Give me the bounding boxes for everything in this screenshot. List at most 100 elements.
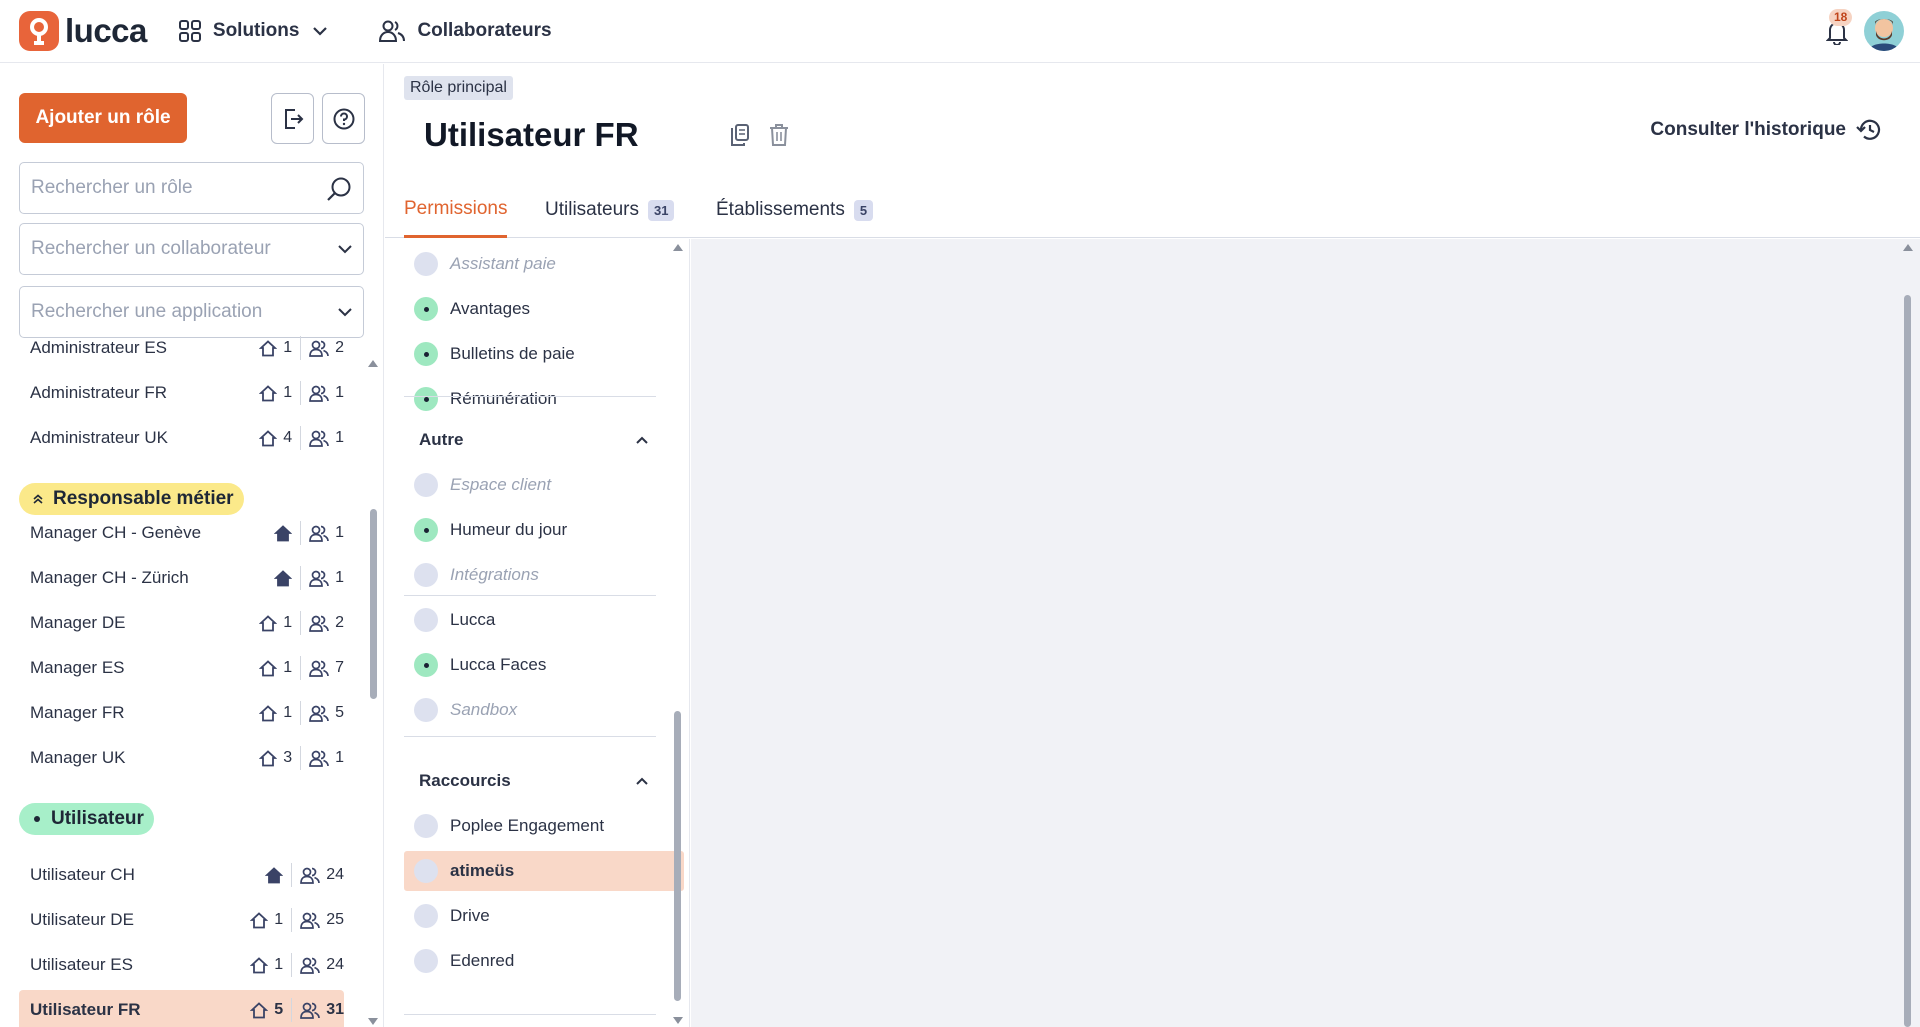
role-item[interactable]: Manager ES 1 7 [30, 648, 344, 688]
nav-solutions[interactable]: Solutions [178, 11, 340, 51]
establishment-icon [259, 704, 278, 721]
sidebar-scrollbar[interactable] [366, 360, 380, 1025]
permission-item[interactable]: Lucca [404, 600, 684, 640]
scroll-up-arrow[interactable] [1903, 244, 1913, 251]
role-counts: 31 [259, 746, 344, 770]
permission-label: Lucca [450, 610, 496, 629]
role-item[interactable]: Utilisateur FR 5 31 [19, 990, 344, 1027]
permission-status-icon [414, 653, 438, 677]
history-link[interactable]: Consulter l'historique [1650, 118, 1882, 142]
role-item[interactable]: Manager DE 1 2 [30, 603, 344, 643]
sites-count: 1 [274, 911, 284, 928]
tab-permissions[interactable]: Permissions [404, 182, 508, 238]
help-button[interactable] [322, 93, 365, 144]
nav-solutions-label: Solutions [212, 20, 300, 41]
group-utilisateur[interactable]: Utilisateur [19, 803, 154, 835]
role-item[interactable]: Utilisateur ES 1 24 [30, 945, 344, 985]
scroll-down-arrow[interactable] [673, 1017, 683, 1024]
divider [300, 521, 302, 545]
role-name: Manager CH - Zürich [30, 568, 189, 587]
history-label: Consulter l'historique [1650, 119, 1846, 140]
group-responsable-metier[interactable]: Responsable métier [19, 483, 244, 515]
export-button[interactable] [271, 93, 314, 144]
users-count: 24 [326, 956, 344, 973]
role-item[interactable]: Manager UK 3 1 [30, 738, 344, 778]
scroll-up-arrow[interactable] [368, 360, 378, 367]
scrollbar-thumb[interactable] [1904, 295, 1911, 1027]
permission-label: atimeüs [450, 861, 515, 880]
nav-collaborateurs-label: Collaborateurs [417, 20, 552, 41]
divider [404, 1014, 656, 1015]
top-bar: lucca Solutions Collaborateurs 18 [0, 0, 1920, 63]
permission-item[interactable]: Poplee Engagement [404, 806, 684, 846]
role-item[interactable]: Manager CH - Genève 1 [30, 513, 344, 553]
role-item[interactable]: Manager CH - Zürich 1 [30, 558, 344, 598]
add-role-button[interactable]: Ajouter un rôle [19, 93, 187, 143]
logo-text: lucca [65, 12, 147, 49]
duplicate-button[interactable] [730, 124, 750, 151]
permission-item[interactable]: Espace client [404, 465, 684, 505]
permission-status-icon [414, 698, 438, 722]
users-icon [300, 867, 321, 884]
permission-item[interactable]: Edenred [404, 941, 684, 981]
divider [404, 396, 656, 397]
divider [291, 998, 293, 1022]
scroll-down-arrow[interactable] [368, 1018, 378, 1025]
role-counts: 1 [274, 521, 344, 545]
tab-etablissements[interactable]: Établissements 5 [716, 182, 874, 238]
user-avatar[interactable] [1864, 11, 1904, 51]
permission-item[interactable]: atimeüs [404, 851, 684, 891]
search-role-input[interactable]: Rechercher un rôle [19, 162, 364, 214]
lucca-logo[interactable]: lucca [19, 10, 147, 52]
tab-count-badge: 5 [853, 199, 874, 221]
divider [300, 426, 302, 450]
permission-item[interactable]: Drive [404, 896, 684, 936]
role-counts: 11 [259, 381, 344, 405]
search-collaborator-select[interactable]: Rechercher un collaborateur [19, 223, 364, 275]
permission-item[interactable]: Intégrations [404, 555, 684, 595]
role-name: Administrateur ES [30, 338, 167, 357]
section-raccourcis-header[interactable]: Raccourcis [404, 761, 656, 801]
section-autre-header[interactable]: Autre [404, 420, 656, 460]
permission-label: Espace client [450, 475, 552, 494]
permission-item[interactable]: Sandbox [404, 690, 684, 730]
permission-item[interactable]: Lucca Faces [404, 645, 684, 685]
scrollbar-thumb[interactable] [674, 711, 681, 1001]
permissions-scrollbar[interactable] [671, 239, 685, 1027]
divider [300, 746, 302, 770]
permission-label: Lucca Faces [450, 655, 547, 674]
role-name: Utilisateur ES [30, 955, 133, 974]
sites-count: 1 [283, 614, 293, 631]
permission-item[interactable]: Avantages [404, 289, 684, 329]
nav-collaborateurs[interactable]: Collaborateurs [379, 11, 552, 51]
establishment-icon [259, 659, 278, 676]
role-item[interactable]: Utilisateur DE 1 25 [30, 900, 344, 940]
permission-item[interactable]: Rémunération [404, 379, 684, 419]
establishment-icon [274, 569, 293, 586]
role-item[interactable]: Administrateur ES 1 2 [30, 328, 344, 368]
sites-count: 1 [283, 384, 293, 401]
divider [291, 863, 293, 887]
permission-item[interactable]: Bulletins de paie [404, 334, 684, 374]
role-item[interactable]: Administrateur UK 4 1 [30, 418, 344, 458]
role-counts: 17 [259, 656, 344, 680]
establishment-icon [265, 866, 284, 883]
role-name: Manager ES [30, 658, 125, 677]
detail-scrollbar[interactable] [1901, 239, 1915, 1027]
role-item[interactable]: Utilisateur CH 24 [30, 855, 344, 895]
permission-status-icon [414, 518, 438, 542]
permission-detail-panel [691, 239, 1920, 1027]
group-responsable-metier-label: Responsable métier [53, 488, 234, 509]
users-count: 24 [326, 866, 344, 883]
role-item[interactable]: Manager FR 1 5 [30, 693, 344, 733]
permission-item[interactable]: Humeur du jour [404, 510, 684, 550]
role-item[interactable]: Administrateur FR 1 1 [30, 373, 344, 413]
delete-button[interactable] [769, 124, 789, 151]
tab-bar: Permissions Utilisateurs 31 Établissemen… [385, 182, 1920, 238]
scroll-up-arrow[interactable] [673, 244, 683, 251]
permission-item[interactable]: Assistant paie [404, 244, 684, 284]
permission-status-icon [414, 252, 438, 276]
tab-utilisateurs[interactable]: Utilisateurs 31 [545, 182, 675, 238]
scrollbar-thumb[interactable] [370, 509, 377, 699]
search-icon [327, 177, 351, 201]
